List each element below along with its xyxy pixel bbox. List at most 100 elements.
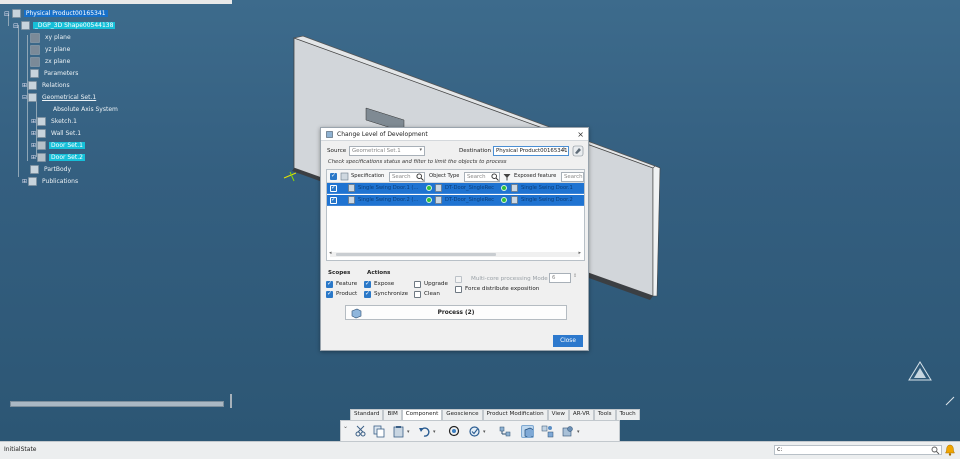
row-checkbox[interactable] [330,196,337,204]
tree-item-root[interactable]: ⊟ Physical Product00165341 [4,8,108,19]
row-checkbox[interactable] [330,184,337,192]
component-settings-icon[interactable] [561,425,574,438]
settings-dropdown-icon[interactable]: ▾ [577,429,580,435]
specification-table: Specification Search Object Type Search … [326,169,585,261]
table-row[interactable]: Single Swing Door.2 (... DT-Door_SingleR… [327,195,584,206]
zoom-fit-icon[interactable] [448,425,461,438]
3d-viewport[interactable]: ⊟ Physical Product00165341 ⊟ _DGP_3D Sha… [0,0,960,441]
paste-icon[interactable] [392,425,405,438]
hint-text: Check specifications status and filter t… [328,159,507,165]
row-exposed-feature: Single Swing Door.1 [521,185,573,191]
tab-ar-vr[interactable]: AR-VR [568,409,594,420]
tree-item-door-set-2[interactable]: ⊞ Door Set.2 [31,152,85,163]
tree-item-publications[interactable]: ⊞ Publications [22,176,80,187]
tree-item-partbody[interactable]: PartBody [30,164,73,175]
command-input[interactable]: c: [774,445,942,455]
filter-icon[interactable] [503,173,511,181]
tab-standard[interactable]: Standard [350,409,384,420]
tree-item-geometrical-set[interactable]: ⊟ Geometrical Set.1 [22,92,98,103]
row-specification: Single Swing Door.2 (... [358,197,419,203]
table-row[interactable]: Single Swing Door.1 (... DT-Door_SingleR… [327,183,584,194]
process-button[interactable]: Process (2) [345,305,567,320]
action-bar-toolbar: ⌄ ▾ ▾ ▾ ▾ [340,420,620,442]
tree-filter-icon[interactable] [499,425,512,438]
tree-item-part[interactable]: ⊟ _DGP_3D Shape00544138 [13,20,116,31]
tab-geoscience[interactable]: Geoscience [442,409,483,420]
search-icon[interactable] [931,446,940,455]
multicore-value: 6 [552,275,556,281]
compass-icon[interactable] [905,360,935,384]
force-distribute-checkbox[interactable] [455,286,462,293]
exposed-feature-search[interactable]: Search [561,171,584,182]
feature-checkbox[interactable] [326,280,333,288]
scroll-left-icon[interactable]: ◂ [329,250,332,256]
undo-dropdown-icon[interactable]: ▾ [433,429,436,435]
search-placeholder: Search [392,173,411,180]
update-dropdown-icon[interactable]: ▾ [483,429,486,435]
tree-item-axis-system[interactable]: Absolute Axis System [39,104,120,115]
chevron-down-icon: ▾ [419,147,422,153]
tree-scrollbar[interactable] [10,401,224,407]
tab-tools[interactable]: Tools [593,409,616,420]
spinner-icon: ⇕ [561,147,566,153]
tab-view[interactable]: View [547,409,569,420]
expose-components-icon[interactable] [541,425,554,438]
source-value: Geometrical Set.1 [352,148,401,154]
process-icon [351,308,362,319]
notification-bell-icon[interactable] [944,444,956,456]
source-dropdown[interactable]: Geometrical Set.1 ▾ [349,146,425,156]
destination-dropdown[interactable]: Physical Product00165341 ⇕ [493,146,569,156]
change-lod-icon[interactable] [521,425,534,438]
tab-touch[interactable]: Touch [615,409,640,420]
column-exposed-feature[interactable]: Exposed feature [514,173,556,179]
tab-bim[interactable]: BIM [383,409,402,420]
dialog-title-bar[interactable]: Change Level of Development [321,128,588,141]
tree-item-zx-plane[interactable]: zx plane [30,56,72,67]
tree-item-sketch[interactable]: ⊞ Sketch.1 [31,116,79,127]
synchronize-checkbox[interactable] [364,290,371,298]
multicore-checkbox[interactable] [455,276,462,283]
door-icon [37,141,47,150]
filter-spec-icon[interactable] [340,172,349,181]
close-button[interactable]: Close [553,335,583,347]
paste-dropdown-icon[interactable]: ▾ [407,429,410,435]
update-icon[interactable] [468,425,481,438]
multicore-spinner[interactable]: 6 [549,273,571,283]
search-icon[interactable] [416,173,424,181]
panel-splitter[interactable] [230,394,232,408]
door-icon [37,153,47,162]
status-ok-icon [501,185,507,191]
tree-item-xy-plane[interactable]: xy plane [30,32,73,43]
search-icon[interactable] [491,173,499,181]
scroll-right-icon[interactable]: ▸ [578,250,581,256]
table-scrollbar[interactable]: ◂ ▸ [329,250,581,257]
spinner-arrows-icon[interactable]: ⇕ [573,273,577,279]
geometrical-set-icon [28,93,38,102]
clean-checkbox[interactable] [414,291,421,298]
resize-grip-icon[interactable] [945,396,955,406]
cut-icon[interactable] [354,425,367,438]
object-type-icon [435,184,442,192]
tree-item-door-set-1[interactable]: ⊞ Door Set.1 [31,140,85,151]
expose-checkbox[interactable] [364,280,371,288]
door-icon [348,196,355,204]
column-object-type[interactable]: Object Type [429,173,459,179]
tree-item-relations[interactable]: ⊞ Relations [22,80,72,91]
scrollbar-thumb[interactable] [336,253,496,256]
tree-item-wall-set[interactable]: ⊞ Wall Set.1 [31,128,83,139]
copy-icon[interactable] [373,425,386,438]
collapse-icon[interactable]: ⌄ [343,423,348,430]
search-placeholder: Search [467,173,486,180]
product-label: Product [336,291,358,297]
tree-item-yz-plane[interactable]: yz plane [30,44,72,55]
select-all-checkbox[interactable] [330,172,337,180]
tab-product-modification[interactable]: Product Modification [482,409,548,420]
upgrade-checkbox[interactable] [414,281,421,288]
undo-icon[interactable] [418,425,431,438]
tree-item-parameters[interactable]: Parameters [30,68,80,79]
product-checkbox[interactable] [326,290,333,298]
tab-component[interactable]: Component [401,409,443,420]
clear-eraser-icon[interactable] [572,145,584,157]
close-icon[interactable]: × [577,130,584,139]
column-specification[interactable]: Specification [351,173,384,179]
